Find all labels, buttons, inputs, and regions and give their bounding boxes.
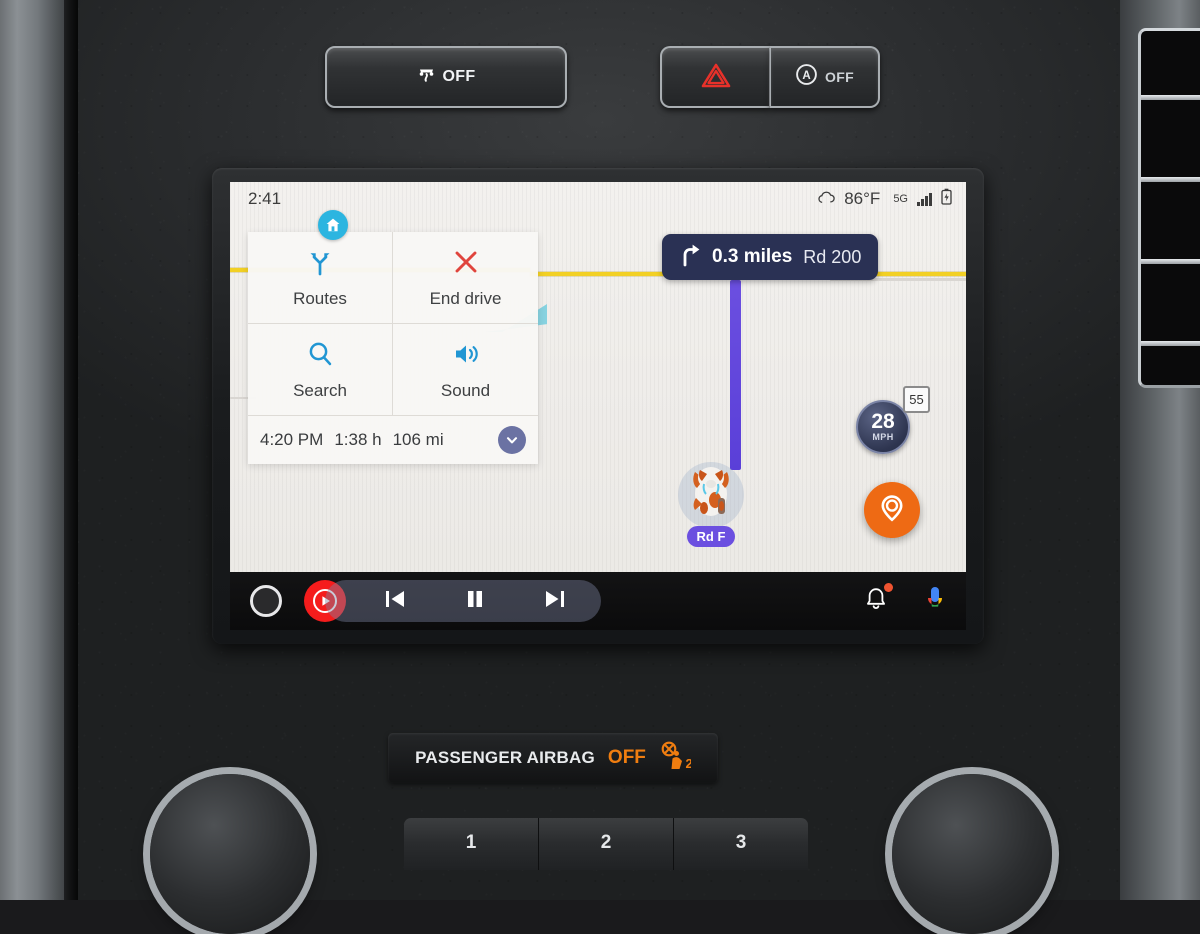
search-icon: [305, 339, 335, 374]
auto-start-stop-button[interactable]: A OFF: [770, 46, 880, 108]
hazard-triangle-icon: [701, 62, 731, 93]
media-controls: [325, 580, 601, 622]
eta-arrival-time: 4:20 PM: [260, 430, 324, 449]
speedometer-widget: 28 MPH 55: [856, 386, 930, 454]
status-temperature: 86°F: [844, 189, 881, 208]
navigation-instruction-banner[interactable]: 0.3 miles Rd 200: [662, 234, 879, 280]
pause-icon[interactable]: [463, 588, 487, 615]
passenger-airbag-label: PASSENGER AIRBAG: [415, 748, 595, 767]
preset-button-1[interactable]: 1: [404, 818, 539, 870]
passenger-airbag-indicator: PASSENGER AIRBAG OFF 2: [388, 733, 718, 783]
infotainment-bezel: 2:41 86°F 5G Routes End drive Search Sou…: [212, 168, 984, 644]
close-x-icon: [451, 247, 481, 282]
svg-text:A: A: [802, 70, 810, 82]
svg-text:2: 2: [685, 756, 691, 771]
right-trim-panel: [1120, 0, 1200, 900]
right-climate-knob[interactable]: [892, 774, 1052, 934]
quick-actions-panel: Routes End drive Search Sound 4:20 PM 1:…: [248, 232, 538, 464]
current-speed: 28: [871, 410, 895, 434]
auto-start-stop-icon: A: [795, 63, 818, 91]
dashboard: OFF A OFF 2:41 86°F 5G Routes End drive …: [0, 0, 1200, 934]
air-vent[interactable]: [1138, 28, 1200, 388]
chevron-down-icon[interactable]: [498, 426, 526, 454]
microphone-icon[interactable]: [924, 585, 946, 618]
current-road-label: Rd F: [686, 526, 736, 547]
routes-label: Routes: [293, 288, 347, 308]
vehicle-marker: Rd F: [678, 454, 744, 547]
preset-button-3[interactable]: 3: [674, 818, 808, 870]
airbag-off-icon: 2: [659, 741, 693, 776]
hazard-lights-button[interactable]: [660, 46, 770, 108]
search-button[interactable]: Search: [248, 324, 393, 416]
routes-fork-icon: [305, 247, 335, 282]
recenter-button[interactable]: [864, 482, 920, 538]
infotainment-screen[interactable]: 2:41 86°F 5G Routes End drive Search Sou…: [230, 182, 966, 630]
speaker-icon: [451, 339, 481, 374]
home-icon[interactable]: [318, 210, 348, 240]
status-bar: 2:41 86°F 5G: [230, 182, 966, 216]
traction-control-button[interactable]: OFF: [325, 46, 567, 108]
sound-label: Sound: [440, 380, 491, 400]
speed-limit-sign: 55: [903, 386, 930, 413]
routes-button[interactable]: Routes: [248, 232, 393, 324]
sound-button[interactable]: Sound: [393, 324, 538, 416]
traction-control-label: OFF: [442, 68, 476, 85]
left-climate-knob[interactable]: [150, 774, 310, 934]
radio-presets: 1 2 3: [404, 818, 808, 870]
traction-control-icon: [417, 64, 436, 91]
next-track-icon[interactable]: [543, 588, 567, 615]
status-network-label: 5G: [893, 193, 908, 205]
speed-unit: MPH: [872, 431, 894, 442]
previous-track-icon[interactable]: [383, 588, 407, 615]
home-circle-icon[interactable]: [250, 585, 282, 617]
location-pin-icon: [875, 491, 909, 530]
turn-right-icon: [679, 243, 701, 272]
end-drive-label: End drive: [429, 288, 502, 308]
map-route-line: [730, 280, 741, 470]
map-canvas[interactable]: 2:41 86°F 5G Routes End drive Search Sou…: [230, 182, 966, 572]
battery-icon: [941, 188, 952, 210]
dog-avatar-icon: [682, 454, 740, 525]
quick-actions-grid: Routes End drive Search Sound: [248, 232, 538, 416]
dashboard-button-bar: OFF A OFF: [325, 46, 880, 108]
eta-distance: 106 mi: [392, 430, 444, 449]
auto-start-stop-label: OFF: [825, 69, 854, 85]
notification-badge: [884, 583, 893, 592]
search-label: Search: [293, 380, 347, 400]
eta-duration: 1:38 h: [334, 430, 382, 449]
end-drive-button[interactable]: End drive: [393, 232, 538, 324]
eta-bar[interactable]: 4:20 PM 1:38 h 106 mi: [248, 416, 538, 464]
passenger-airbag-status: OFF: [607, 747, 646, 768]
notifications-button[interactable]: [864, 583, 893, 616]
speed-gauge: 28 MPH: [856, 400, 910, 454]
navigation-distance: 0.3 miles: [712, 246, 793, 267]
left-trim-pillar: [0, 0, 78, 900]
system-nav-bar: [230, 572, 966, 630]
status-clock: 2:41: [248, 189, 282, 208]
navigation-road-name: Rd 200: [803, 246, 862, 267]
signal-bars-icon: [917, 192, 932, 206]
bell-icon: [864, 588, 888, 615]
cloud-icon: [817, 189, 835, 209]
preset-button-2[interactable]: 2: [539, 818, 674, 870]
